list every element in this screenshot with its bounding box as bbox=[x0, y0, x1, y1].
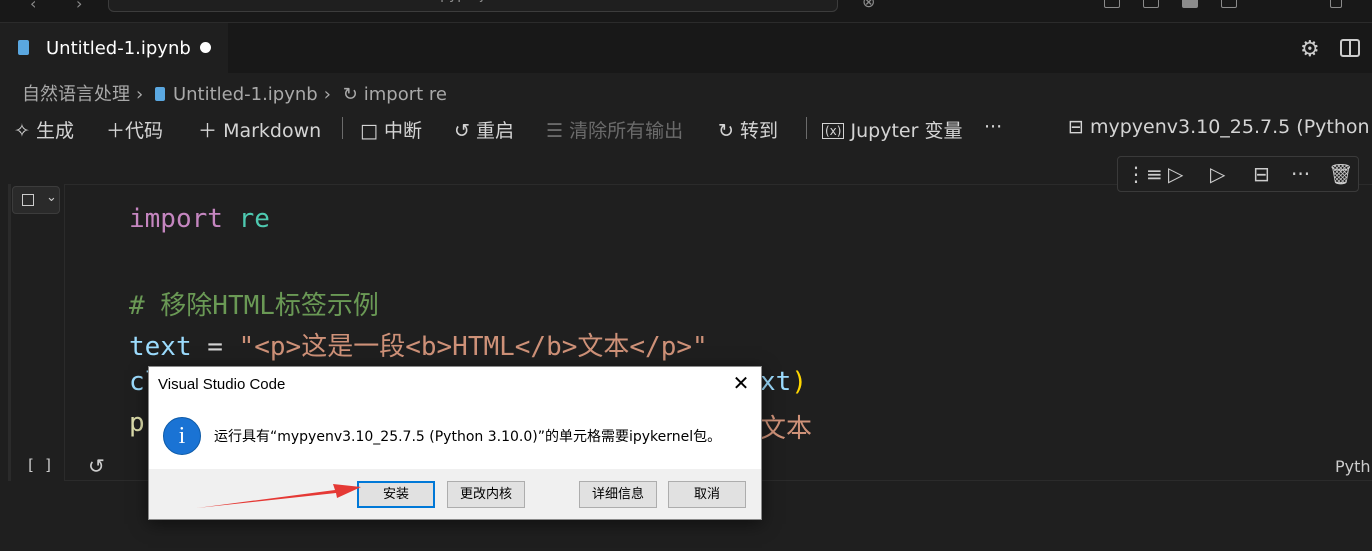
code-line-3[interactable]: # 移除HTML标签示例 bbox=[129, 285, 379, 322]
goto-button[interactable]: ↻ 转到 bbox=[718, 116, 778, 143]
code-line-1[interactable]: import re bbox=[129, 204, 270, 234]
interrupt-button[interactable]: □ 中断 bbox=[360, 116, 422, 143]
window-restore-icon[interactable] bbox=[1330, 0, 1342, 8]
split-cell-icon[interactable]: ⊟ bbox=[1253, 162, 1270, 186]
plus-icon: ＋ bbox=[106, 120, 126, 142]
restart-label: 重启 bbox=[475, 120, 514, 142]
markdown-label: Markdown bbox=[223, 120, 322, 142]
breadcrumb-folder[interactable]: 自然语言处理 bbox=[22, 84, 130, 105]
clear-outputs-button[interactable]: ☰ 清除所有输出 bbox=[546, 116, 683, 143]
chevron-right-icon: › bbox=[323, 84, 331, 105]
layout-icon[interactable] bbox=[1104, 0, 1120, 8]
kernel-label: mypyenv3.10_25.7.5 (Python 3.1 bbox=[1089, 116, 1372, 138]
toggle-panel-icon[interactable] bbox=[1182, 0, 1198, 8]
jupyter-variables-label: Jupyter 变量 bbox=[850, 120, 963, 142]
add-code-button[interactable]: ＋代码 bbox=[106, 116, 163, 143]
string-token: "<p>这是一段<b>HTML</b>文本</p>" bbox=[238, 332, 708, 362]
code-label: 代码 bbox=[125, 120, 164, 142]
toggle-sidebar-icon[interactable] bbox=[1143, 0, 1159, 8]
chevron-right-icon: › bbox=[136, 84, 144, 105]
interrupt-label: 中断 bbox=[384, 120, 423, 142]
code-line-4[interactable]: text = "<p>这是一段<b>HTML</b>文本</p>" bbox=[129, 326, 708, 363]
toolbar-separator bbox=[342, 117, 343, 139]
goto-label: 转到 bbox=[739, 120, 778, 142]
stop-icon: □ bbox=[360, 120, 378, 142]
refresh-icon: ↻ bbox=[342, 84, 358, 105]
annotation-arrow-icon bbox=[197, 484, 361, 508]
execute-above-icon[interactable]: ▷ bbox=[1168, 162, 1183, 186]
details-button[interactable]: 详细信息 bbox=[579, 481, 657, 508]
sparkle-icon: ✧ bbox=[14, 120, 30, 142]
execute-below-icon[interactable]: ▷ bbox=[1210, 162, 1225, 186]
back-arrow-icon[interactable]: ‹ bbox=[30, 0, 36, 13]
module-token: re bbox=[238, 204, 270, 234]
code-line-5-end[interactable]: xt) bbox=[760, 367, 807, 397]
cancel-button[interactable]: 取消 bbox=[668, 481, 746, 508]
run-cell-button[interactable]: ⌄ bbox=[12, 186, 60, 214]
breadcrumb-file[interactable]: Untitled-1.ipynb bbox=[173, 84, 318, 105]
add-markdown-button[interactable]: ＋ Markdown bbox=[198, 116, 321, 143]
paren-token: ) bbox=[791, 367, 807, 397]
notebook-file-icon bbox=[18, 40, 29, 55]
breadcrumb: 自然语言处理 › Untitled-1.ipynb › ↻ import re bbox=[22, 80, 453, 106]
copilot-icon[interactable]: ⊗ bbox=[862, 0, 875, 11]
cell-focus-bar bbox=[8, 184, 11, 481]
toolbar-separator bbox=[806, 117, 807, 139]
tab-label: Untitled-1.ipynb bbox=[46, 38, 191, 59]
history-icon[interactable]: ↺ bbox=[88, 454, 105, 478]
toggle-secondary-sidebar-icon[interactable] bbox=[1221, 0, 1237, 8]
cell-language[interactable]: Pyth bbox=[1335, 457, 1371, 476]
run-square-icon bbox=[22, 194, 34, 206]
generate-button[interactable]: ✧ 生成 bbox=[14, 116, 74, 143]
forward-arrow-icon[interactable]: › bbox=[76, 0, 82, 13]
split-editor-icon[interactable] bbox=[1340, 39, 1360, 57]
run-by-line-icon[interactable]: ⋮≡ bbox=[1126, 162, 1163, 186]
install-button[interactable]: 安装 bbox=[357, 481, 435, 508]
restart-icon: ↺ bbox=[454, 120, 470, 142]
close-icon[interactable]: ✕ bbox=[731, 371, 751, 396]
restart-button[interactable]: ↺ 重启 bbox=[454, 116, 514, 143]
command-center-text: pyproject bbox=[440, 0, 506, 3]
variables-icon: (x) bbox=[822, 123, 845, 139]
goto-icon: ↻ bbox=[718, 120, 734, 142]
variable-token: xt bbox=[760, 367, 792, 397]
chevron-down-icon[interactable]: ⌄ bbox=[46, 190, 57, 205]
dialog-message: 运行具有“mypyenv3.10_25.7.5 (Python 3.10.0)”… bbox=[214, 429, 722, 445]
breadcrumb-symbol[interactable]: import re bbox=[364, 84, 447, 105]
more-icon[interactable]: ··· bbox=[1291, 162, 1310, 186]
more-actions-icon[interactable]: ··· bbox=[984, 116, 1002, 138]
kernel-picker[interactable]: ⊟ mypyenv3.10_25.7.5 (Python 3.1 bbox=[1068, 116, 1372, 138]
dialog-title: Visual Studio Code bbox=[158, 376, 286, 393]
generate-label: 生成 bbox=[35, 120, 74, 142]
execution-count: [ ] bbox=[26, 456, 54, 474]
delete-cell-icon[interactable]: 🗑 bbox=[1328, 162, 1353, 186]
notebook-file-icon bbox=[154, 87, 165, 101]
change-kernel-button[interactable]: 更改内核 bbox=[447, 481, 525, 508]
plus-icon: ＋ bbox=[198, 120, 218, 142]
code-line-6-end[interactable]: 文本 bbox=[760, 408, 812, 445]
operator-token: = bbox=[191, 332, 239, 362]
clear-all-icon: ☰ bbox=[546, 120, 564, 142]
keyword-token: import bbox=[129, 204, 223, 234]
variable-token: text bbox=[129, 332, 192, 362]
info-icon: i bbox=[163, 417, 201, 455]
jupyter-variables-button[interactable]: (x) Jupyter 变量 bbox=[822, 116, 962, 143]
command-center[interactable]: pyproject bbox=[108, 0, 838, 12]
unsaved-dot-icon[interactable] bbox=[200, 42, 211, 53]
clear-outputs-label: 清除所有输出 bbox=[569, 120, 684, 142]
settings-gear-icon[interactable]: ⚙ bbox=[1300, 37, 1320, 62]
kernel-icon: ⊟ bbox=[1068, 116, 1084, 138]
